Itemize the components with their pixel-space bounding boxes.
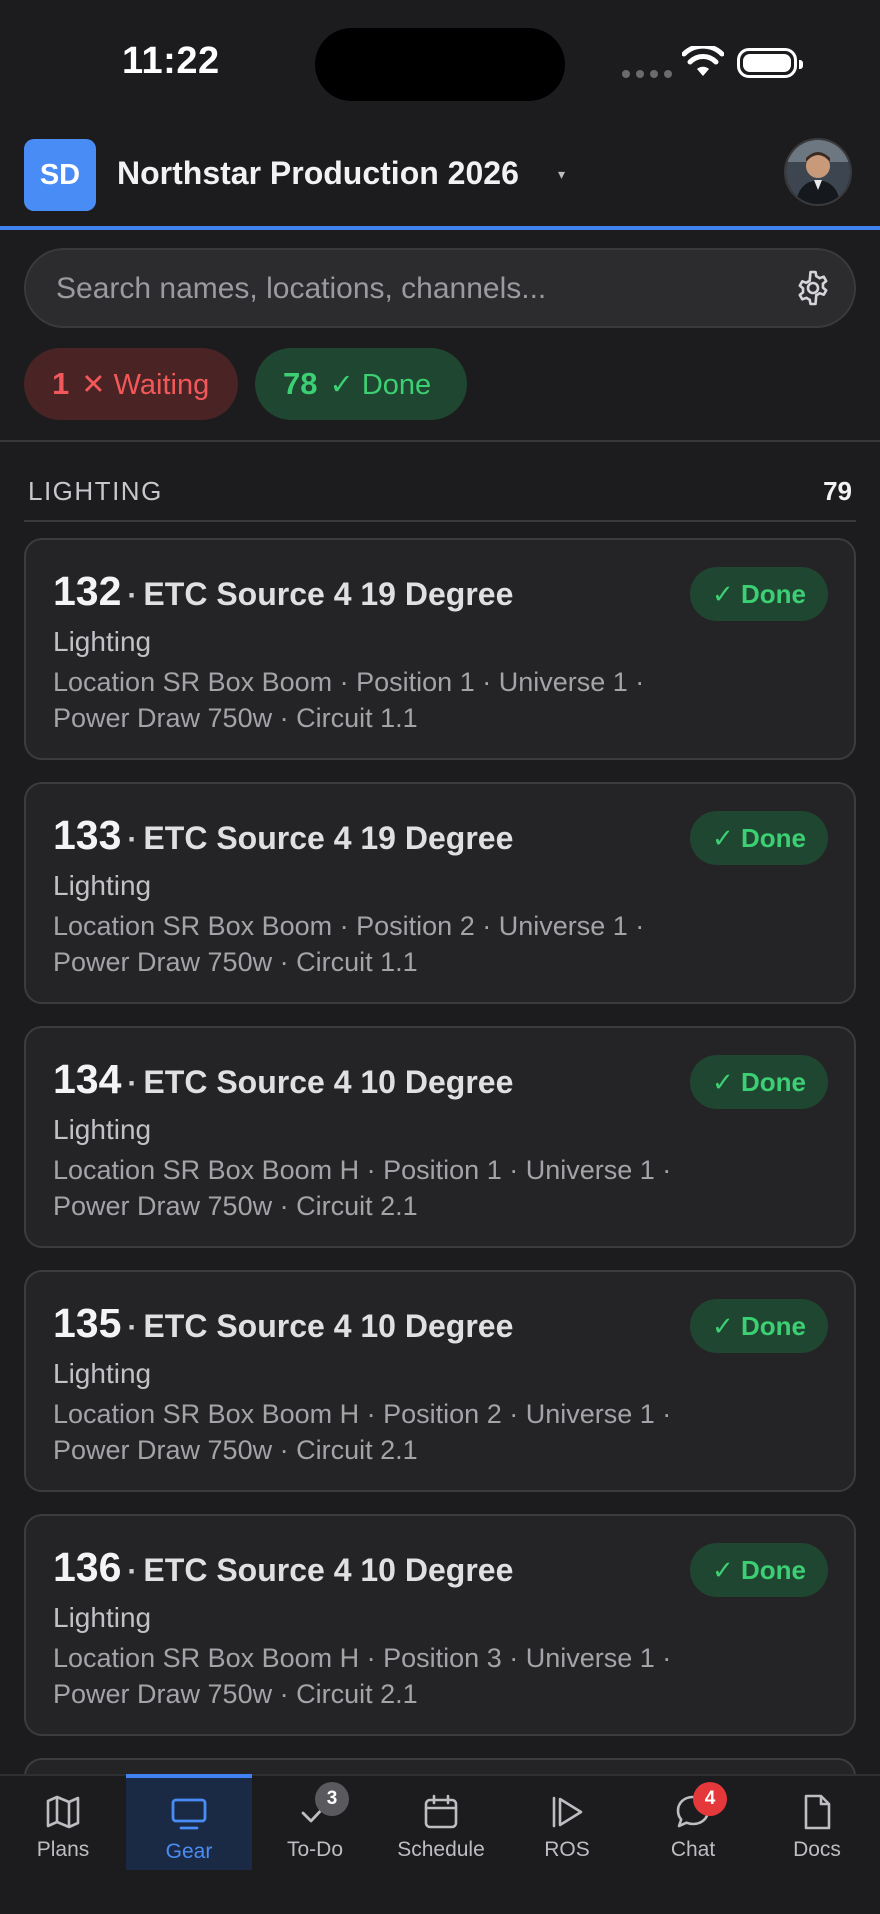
title-separator: · <box>127 579 138 612</box>
gear-title: 134 · ETC Source 4 10 Degree <box>53 1056 513 1103</box>
tab-plans[interactable]: Plans <box>0 1776 126 1872</box>
done-count: 78 <box>283 366 318 401</box>
wifi-icon <box>682 46 724 76</box>
map-icon <box>46 1795 80 1829</box>
title-separator: · <box>127 1067 138 1100</box>
tab-label: Plans <box>36 1838 90 1861</box>
gear-list: 132 · ETC Source 4 19 Degree Lighting Loca… <box>24 538 856 1818</box>
tab-label: Docs <box>793 1838 841 1861</box>
waiting-label: ✕ Waiting <box>81 368 210 401</box>
gear-details: Location SR Box Boom H · Position 3 · Un… <box>53 1643 672 1709</box>
unit-number: 135 <box>53 1300 122 1346</box>
status-badge[interactable]: ✓ Done <box>690 1055 828 1109</box>
gear-card[interactable]: 133 · ETC Source 4 19 Degree Lighting Loca… <box>24 782 856 1004</box>
fixture-name: ETC Source 4 10 Degree <box>143 1552 514 1588</box>
gear-category: Lighting <box>53 626 152 657</box>
fixture-name: ETC Source 4 10 Degree <box>143 1064 514 1100</box>
project-initials-badge[interactable]: SD <box>24 139 96 211</box>
chevron-down-icon[interactable]: ▾ <box>558 166 565 183</box>
status-bar: 11:22 <box>0 0 880 130</box>
filter-chip-waiting[interactable]: 1 ✕ Waiting <box>24 348 238 420</box>
status-badge[interactable]: ✓ Done <box>690 811 828 865</box>
chat-unread-badge: 4 <box>693 1782 727 1816</box>
project-title[interactable]: Northstar Production 2026 <box>117 155 519 192</box>
tab-label: Schedule <box>397 1838 485 1861</box>
unit-number: 136 <box>53 1544 122 1590</box>
gear-title: 136 · ETC Source 4 10 Degree <box>53 1544 513 1591</box>
document-icon <box>804 1794 831 1830</box>
chat-icon-wrap: 4 <box>673 1782 727 1832</box>
tab-ros[interactable]: ROS <box>504 1776 630 1872</box>
status-badge[interactable]: ✓ Done <box>690 567 828 621</box>
section-title: LIGHTING <box>28 476 163 506</box>
gear-details: Location SR Box Boom H · Position 2 · Un… <box>53 1399 672 1465</box>
tab-label: ROS <box>544 1838 590 1861</box>
tab-docs[interactable]: Docs <box>754 1776 880 1872</box>
waiting-count: 1 <box>52 366 70 401</box>
gear-title: 133 · ETC Source 4 19 Degree <box>53 812 513 859</box>
monitor-icon <box>171 1798 207 1830</box>
filter-chip-done[interactable]: 78 ✓ Done <box>255 348 467 420</box>
section-divider <box>24 520 856 522</box>
section-count: 79 <box>823 476 852 506</box>
gear-card[interactable]: 132 · ETC Source 4 19 Degree Lighting Loca… <box>24 538 856 760</box>
gear-category: Lighting <box>53 1358 152 1389</box>
gear-category: Lighting <box>53 870 152 901</box>
battery-icon <box>737 48 803 78</box>
done-label: ✓ Done <box>329 368 432 401</box>
title-separator: · <box>127 1555 138 1588</box>
tab-label: Gear <box>165 1840 213 1863</box>
calendar-icon <box>424 1794 458 1829</box>
tab-chat[interactable]: 4 Chat <box>630 1776 756 1872</box>
search-placeholder: Search names, locations, channels... <box>56 272 547 305</box>
gear-details: Location SR Box Boom · Position 1 · Univ… <box>53 667 645 733</box>
tab-label: To-Do <box>286 1838 344 1861</box>
gear-title: 135 · ETC Source 4 10 Degree <box>53 1300 513 1347</box>
checkmark-icon-wrap: 3 <box>295 1782 349 1832</box>
search-input[interactable]: Search names, locations, channels... <box>24 248 856 328</box>
todo-count-badge: 3 <box>315 1782 349 1816</box>
status-time: 11:22 <box>122 40 220 82</box>
app-header: SD Northstar Production 2026 ▾ <box>0 130 880 230</box>
gear-details: Location SR Box Boom · Position 2 · Univ… <box>53 911 645 977</box>
tab-gear[interactable]: Gear <box>126 1774 252 1870</box>
gear-icon[interactable] <box>794 270 832 308</box>
status-badge[interactable]: ✓ Done <box>690 1299 828 1353</box>
gear-card[interactable]: 136 · ETC Source 4 10 Degree Lighting Loca… <box>24 1514 856 1736</box>
unit-number: 132 <box>53 568 122 614</box>
tab-schedule[interactable]: Schedule <box>378 1776 504 1872</box>
dynamic-island <box>315 28 565 101</box>
divider <box>0 440 880 442</box>
unit-number: 133 <box>53 812 122 858</box>
fixture-name: ETC Source 4 19 Degree <box>143 576 514 612</box>
gear-category: Lighting <box>53 1114 152 1145</box>
play-icon <box>552 1796 583 1828</box>
tab-label: Chat <box>670 1838 716 1861</box>
fixture-name: ETC Source 4 19 Degree <box>143 820 514 856</box>
gear-category: Lighting <box>53 1602 152 1633</box>
gear-details: Location SR Box Boom H · Position 1 · Un… <box>53 1155 672 1221</box>
gear-card[interactable]: 134 · ETC Source 4 10 Degree Lighting Loca… <box>24 1026 856 1248</box>
tab-todo[interactable]: 3 To-Do <box>252 1776 378 1872</box>
tab-bar: Plans Gear 3 To-Do Schedule ROS 4 Chat D… <box>0 1774 880 1914</box>
status-badge[interactable]: ✓ Done <box>690 1543 828 1597</box>
cellular-signal-icon <box>622 70 672 78</box>
title-separator: · <box>127 1311 138 1344</box>
gear-card[interactable]: 135 · ETC Source 4 10 Degree Lighting Loca… <box>24 1270 856 1492</box>
avatar[interactable] <box>784 138 852 206</box>
title-separator: · <box>127 823 138 856</box>
unit-number: 134 <box>53 1056 122 1102</box>
fixture-name: ETC Source 4 10 Degree <box>143 1308 514 1344</box>
gear-title: 132 · ETC Source 4 19 Degree <box>53 568 513 615</box>
